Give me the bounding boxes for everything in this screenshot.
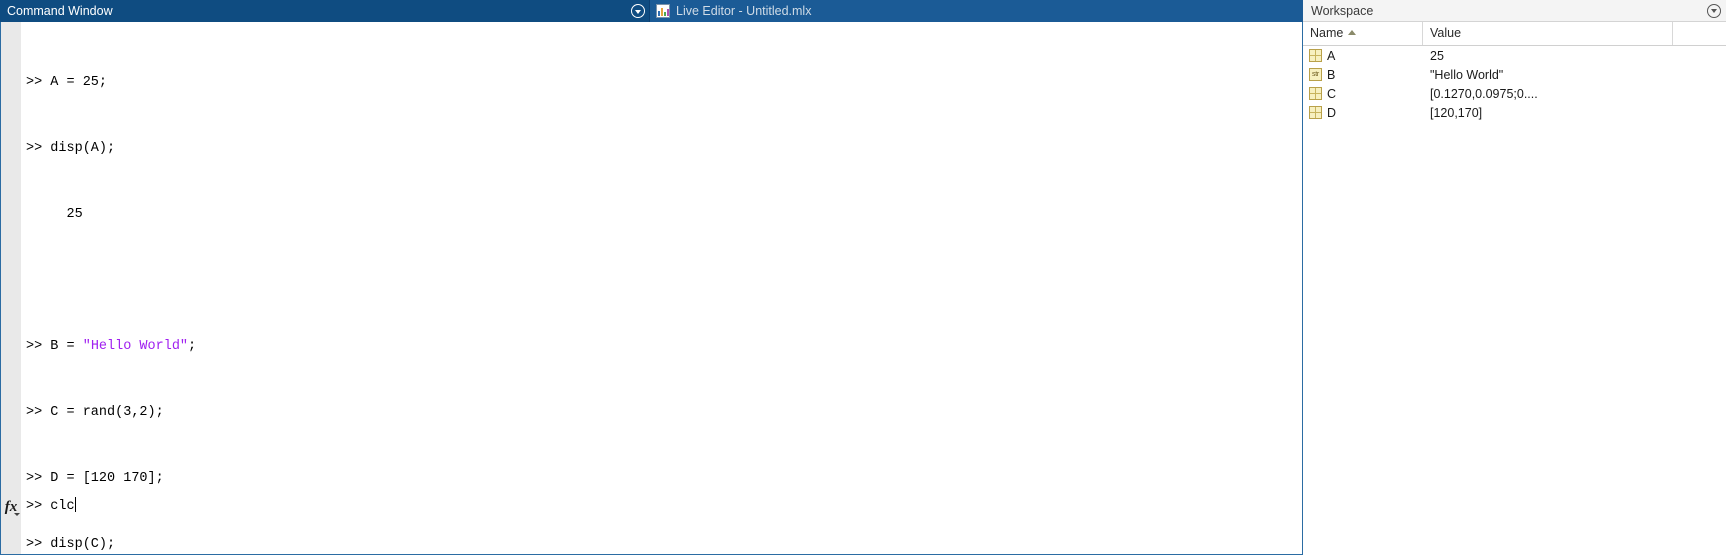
transcript-suffix: ;	[188, 339, 197, 354]
command-window-transcript: >> A = 25; >> disp(A); 25 >> B = "Hello …	[21, 22, 1302, 554]
variable-name-cell: C	[1303, 87, 1423, 101]
workspace-panel: Workspace Name Value A 25 str B "Hello W…	[1303, 0, 1726, 555]
circled-chevron-down-icon	[631, 4, 645, 18]
transcript-line: >> C = rand(3,2);	[26, 405, 164, 420]
variable-name: C	[1327, 86, 1337, 101]
tab-live-editor-label: Live Editor - Untitled.mlx	[676, 4, 812, 18]
variable-name-cell: A	[1303, 49, 1423, 63]
fx-dropdown-caret-icon	[14, 513, 20, 516]
workspace-table-header: Name Value	[1303, 22, 1726, 46]
matrix-variable-icon	[1309, 87, 1322, 100]
command-window-options-button[interactable]	[627, 0, 649, 22]
tab-live-editor[interactable]: Live Editor - Untitled.mlx	[649, 0, 1303, 22]
string-variable-icon: str	[1309, 68, 1322, 81]
command-prompt-row[interactable]: fx >> clc	[1, 496, 1302, 518]
column-header-extra[interactable]	[1673, 22, 1726, 45]
column-header-name[interactable]: Name	[1303, 22, 1423, 45]
variable-name: B	[1327, 67, 1336, 82]
variable-value: "Hello World"	[1430, 67, 1504, 82]
string-literal: "Hello World"	[82, 339, 189, 354]
matrix-variable-icon	[1309, 49, 1322, 62]
column-header-value[interactable]: Value	[1423, 22, 1673, 45]
variable-name-cell: D	[1303, 106, 1423, 120]
command-window-title-strip: Command Window Live Editor - Untitled.ml…	[0, 0, 1303, 22]
table-row[interactable]: A 25	[1303, 46, 1726, 65]
workspace-title-bar: Workspace	[1303, 0, 1726, 22]
variable-value: [120,170]	[1430, 105, 1483, 120]
variable-value: 25	[1430, 48, 1444, 63]
variable-name: D	[1327, 105, 1337, 120]
text-cursor	[74, 497, 76, 512]
command-window-body[interactable]: >> A = 25; >> disp(A); 25 >> B = "Hello …	[0, 22, 1303, 555]
column-header-name-label: Name	[1310, 26, 1344, 40]
workspace-title: Workspace	[1311, 3, 1374, 18]
transcript-line-string-assign: >> B = "Hello World";	[21, 336, 1302, 358]
transcript-line: >> disp(A);	[26, 141, 116, 156]
transcript-line	[21, 270, 1302, 292]
transcript-prefix: >> B =	[26, 339, 83, 354]
command-window-gutter	[1, 22, 21, 554]
matrix-variable-icon	[1309, 106, 1322, 119]
command-input-text: >> clc	[26, 499, 75, 514]
sort-ascending-icon	[1348, 30, 1357, 35]
variable-name-cell: str B	[1303, 68, 1423, 82]
transcript-line: >> D = [120 170];	[26, 471, 164, 486]
command-window-panel: Command Window Live Editor - Untitled.ml…	[0, 0, 1303, 555]
transcript-line: >> disp(C);	[26, 537, 116, 552]
table-row[interactable]: C [0.1270,0.0975;0....	[1303, 84, 1726, 103]
variable-value: [0.1270,0.0975;0....	[1430, 86, 1538, 101]
command-window-title: Command Window	[0, 0, 627, 22]
transcript-line: 25	[26, 207, 83, 222]
workspace-options-button[interactable]	[1707, 3, 1721, 18]
variable-name: A	[1327, 48, 1336, 63]
matlab-desktop: Command Window Live Editor - Untitled.ml…	[0, 0, 1726, 555]
fx-function-browser-icon[interactable]: fx	[1, 496, 21, 518]
live-script-document-icon	[656, 4, 670, 18]
table-row[interactable]: str B "Hello World"	[1303, 65, 1726, 84]
workspace-variables-table[interactable]: Name Value A 25 str B "Hello World" C [0…	[1303, 22, 1726, 555]
transcript-line: >> A = 25;	[26, 75, 108, 90]
command-input[interactable]: >> clc	[21, 496, 76, 518]
table-row[interactable]: D [120,170]	[1303, 103, 1726, 122]
